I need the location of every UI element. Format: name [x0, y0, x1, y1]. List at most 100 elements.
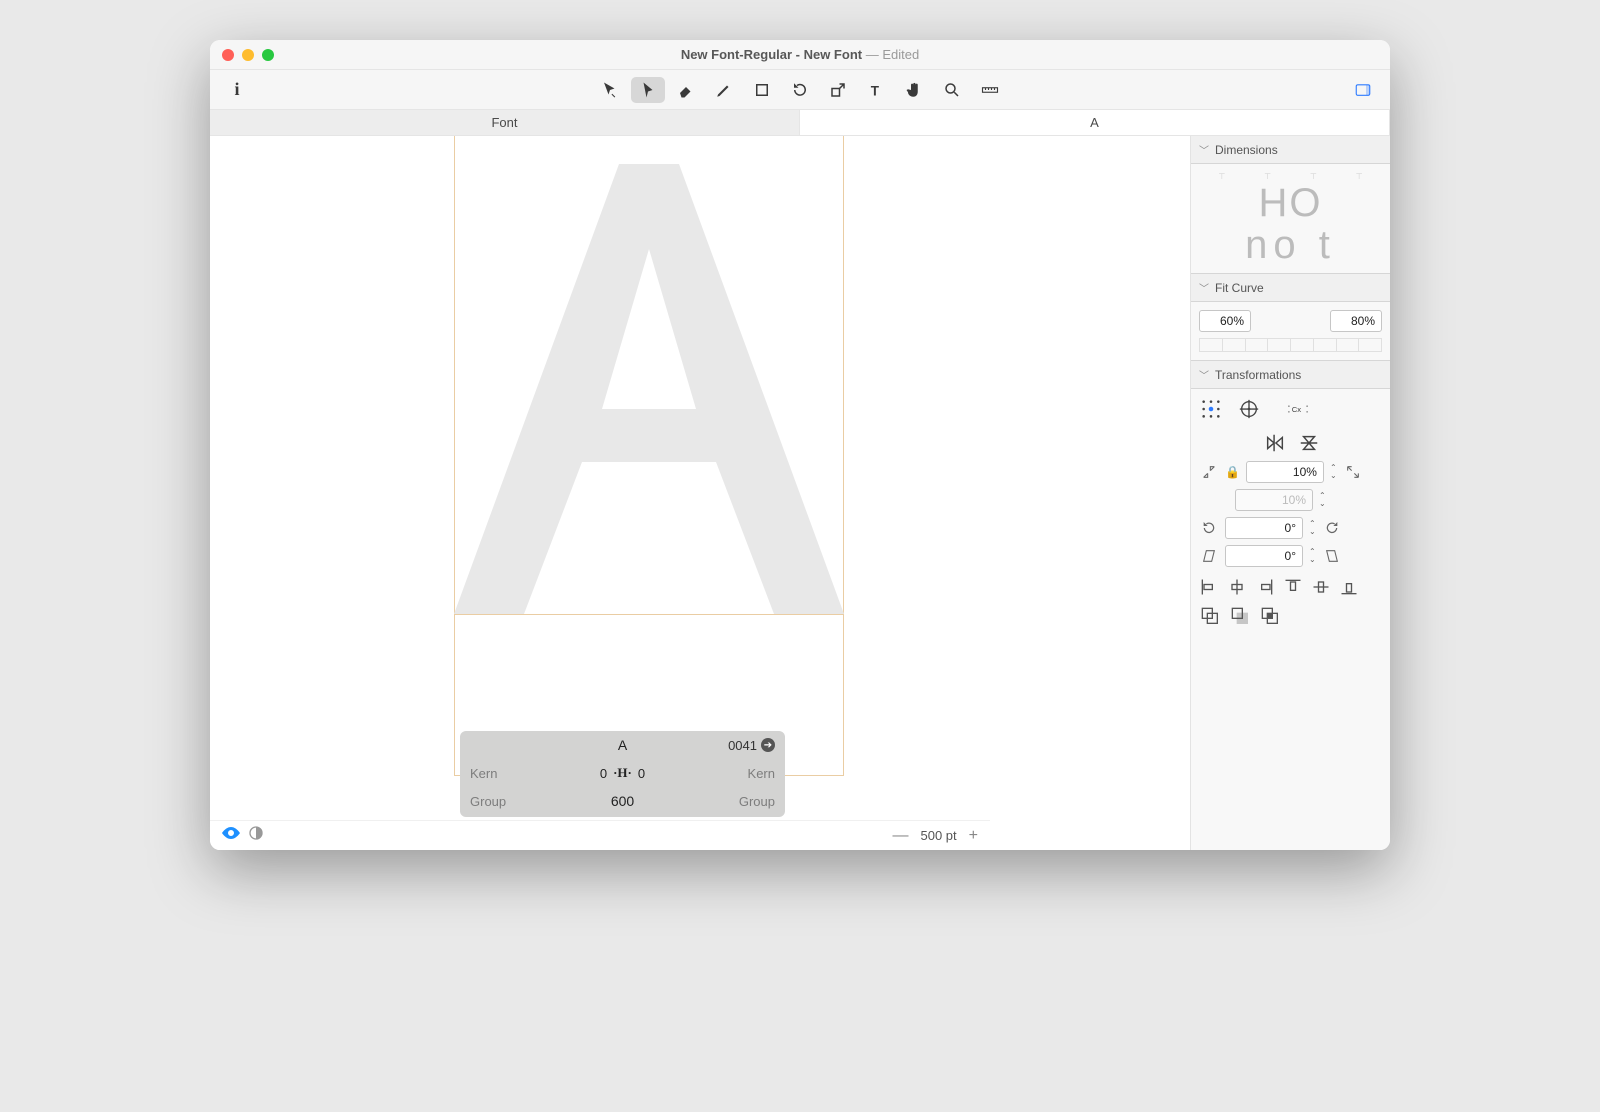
- boolean-union-button[interactable]: [1199, 605, 1219, 623]
- align-hcenter-button[interactable]: [1227, 577, 1247, 595]
- boolean-subtract-button[interactable]: [1229, 605, 1249, 623]
- group-left-label: Group: [470, 794, 540, 809]
- rotate-tool[interactable]: [783, 77, 817, 103]
- slant-right-button[interactable]: [1322, 548, 1342, 564]
- zoom-in-button[interactable]: +: [969, 828, 978, 844]
- section-transformations-body: Cx 🔒: [1191, 389, 1390, 631]
- group-right-label: Group: [705, 794, 775, 809]
- transform-origin-reference[interactable]: [1237, 397, 1261, 421]
- svg-text:T: T: [871, 83, 880, 98]
- chevron-down-icon: ﹀: [1199, 367, 1209, 382]
- boolean-intersect-button[interactable]: [1259, 605, 1279, 623]
- mask-toggle-icon[interactable]: [248, 825, 264, 846]
- toggle-sidebar-button[interactable]: [1346, 77, 1380, 103]
- section-transformations-title: Transformations: [1215, 368, 1301, 382]
- align-top-button[interactable]: [1283, 577, 1303, 595]
- dimensions-caps-preview[interactable]: HO: [1259, 183, 1323, 223]
- align-left-button[interactable]: [1199, 577, 1219, 595]
- right-sidebar: ﹀ Dimensions ⊤⊤⊤⊤ HO no t ﹀ Fit Curve: [1190, 136, 1390, 850]
- text-tool[interactable]: T: [859, 77, 893, 103]
- toolbar: i: [210, 70, 1390, 110]
- mirror-vertical-button[interactable]: [1297, 431, 1321, 455]
- section-transformations-header[interactable]: ﹀ Transformations: [1191, 360, 1390, 389]
- transform-origin-grid[interactable]: [1199, 397, 1223, 421]
- align-vcenter-button[interactable]: [1311, 577, 1331, 595]
- scale-x-stepper[interactable]: ⌃⌄: [1330, 464, 1337, 480]
- tab-font-label: Font: [491, 115, 517, 130]
- fit-curve-presets[interactable]: [1199, 338, 1382, 352]
- boolean-buttons-row: [1199, 605, 1382, 623]
- kern-left-label: Kern: [470, 766, 540, 781]
- info-button[interactable]: i: [220, 77, 254, 103]
- pencil-tool[interactable]: [707, 77, 741, 103]
- scale-y-stepper[interactable]: ⌃⌄: [1319, 492, 1326, 508]
- zoom-window-button[interactable]: [262, 49, 274, 61]
- hand-tool[interactable]: [897, 77, 931, 103]
- mirror-horizontal-button[interactable]: [1263, 431, 1287, 455]
- erase-tool[interactable]: [669, 77, 703, 103]
- rotate-stepper[interactable]: ⌃⌄: [1309, 520, 1316, 536]
- view-tabs: Font A: [210, 110, 1390, 136]
- glyph-metrics-box: [454, 136, 844, 776]
- dimensions-lc-preview[interactable]: no t: [1245, 225, 1336, 265]
- align-bottom-button[interactable]: [1339, 577, 1359, 595]
- glyph-width[interactable]: 600: [540, 793, 705, 809]
- slant-stepper[interactable]: ⌃⌄: [1309, 548, 1316, 564]
- titlebar: New Font-Regular - New Font — Edited: [210, 40, 1390, 70]
- primitives-tool[interactable]: [745, 77, 779, 103]
- right-sidebearing[interactable]: 0: [638, 766, 645, 781]
- tab-glyph[interactable]: A: [800, 110, 1390, 135]
- glyph-unicode[interactable]: 0041 ➔: [705, 738, 775, 753]
- preview-toggle-icon[interactable]: [222, 826, 240, 845]
- app-window: New Font-Regular - New Font — Edited i: [210, 40, 1390, 850]
- slant-field[interactable]: 0°: [1225, 545, 1303, 567]
- scale-x-field[interactable]: 10%: [1246, 461, 1324, 483]
- draw-tool[interactable]: [631, 77, 665, 103]
- next-glyph-icon[interactable]: ➔: [761, 738, 775, 752]
- left-sidebearing[interactable]: 0: [600, 766, 607, 781]
- select-tool[interactable]: [593, 77, 627, 103]
- section-fitcurve-title: Fit Curve: [1215, 281, 1264, 295]
- window-title-main: New Font-Regular - New Font: [681, 47, 862, 62]
- baseline: [454, 614, 844, 615]
- svg-text:Cx: Cx: [1292, 405, 1302, 414]
- section-fitcurve-header[interactable]: ﹀ Fit Curve: [1191, 273, 1390, 302]
- scale-tool[interactable]: [821, 77, 855, 103]
- section-dimensions-body: ⊤⊤⊤⊤ HO no t: [1191, 164, 1390, 273]
- section-dimensions-title: Dimensions: [1215, 143, 1278, 157]
- close-window-button[interactable]: [222, 49, 234, 61]
- metrics-icon: ·H·: [613, 765, 632, 781]
- scale-down-button[interactable]: [1199, 464, 1219, 480]
- glyph-info-box: A 0041 ➔ Kern 0 ·H· 0 Kern Group 600 Gro…: [460, 731, 785, 817]
- glyph-name[interactable]: A: [540, 737, 705, 753]
- fit-curve-high-field[interactable]: 80%: [1330, 310, 1382, 332]
- window-title-edited: — Edited: [862, 47, 919, 62]
- zoom-tool[interactable]: [935, 77, 969, 103]
- rotate-field[interactable]: 0°: [1225, 517, 1303, 539]
- align-buttons-row: [1199, 577, 1382, 595]
- chevron-down-icon: ﹀: [1199, 142, 1209, 157]
- zoom-value[interactable]: 500 pt: [921, 828, 957, 843]
- fit-curve-low-field[interactable]: 60%: [1199, 310, 1251, 332]
- chevron-down-icon: ﹀: [1199, 280, 1209, 295]
- zoom-out-button[interactable]: —: [893, 828, 909, 844]
- canvas-status-bar: — 500 pt +: [210, 820, 990, 850]
- kern-right-label: Kern: [705, 766, 775, 781]
- minimize-window-button[interactable]: [242, 49, 254, 61]
- tab-font[interactable]: Font: [210, 110, 800, 135]
- measure-tool[interactable]: [973, 77, 1007, 103]
- slant-left-button[interactable]: [1199, 548, 1219, 564]
- lock-proportions-icon[interactable]: 🔒: [1225, 465, 1240, 479]
- transform-origin-metrics[interactable]: Cx: [1275, 397, 1321, 421]
- tab-glyph-label: A: [1090, 115, 1099, 130]
- scale-up-button[interactable]: [1343, 464, 1363, 480]
- align-right-button[interactable]: [1255, 577, 1275, 595]
- window-title: New Font-Regular - New Font — Edited: [210, 47, 1390, 62]
- rotate-ccw-button[interactable]: [1199, 520, 1219, 536]
- section-dimensions-header[interactable]: ﹀ Dimensions: [1191, 136, 1390, 164]
- scale-y-field[interactable]: 10%: [1235, 489, 1313, 511]
- edit-canvas[interactable]: A 0041 ➔ Kern 0 ·H· 0 Kern Group 600 Gro…: [210, 136, 1190, 850]
- rotate-cw-button[interactable]: [1322, 520, 1342, 536]
- section-fitcurve-body: 60% 80%: [1191, 302, 1390, 360]
- sidebearing-row: 0 ·H· 0: [540, 765, 705, 781]
